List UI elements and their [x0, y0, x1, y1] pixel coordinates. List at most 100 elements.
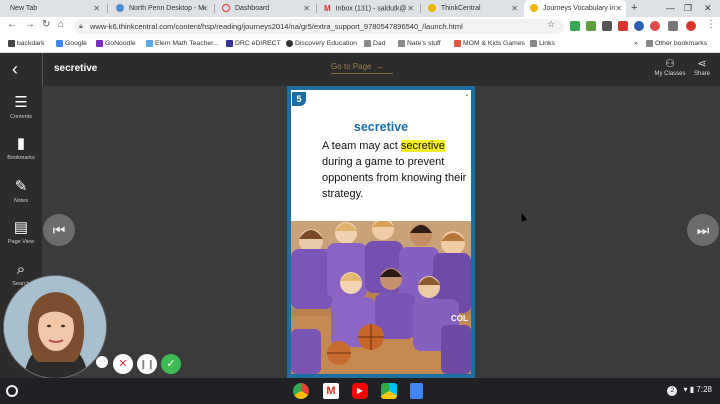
play-store-icon[interactable] [381, 383, 397, 399]
back-arrow-icon[interactable]: ← [7, 19, 17, 30]
bookmark-discovery[interactable]: Discovery Education [286, 36, 357, 52]
discovery-icon [286, 39, 293, 47]
status-tray[interactable]: 2 ▾ ▮ 7:28 [667, 385, 712, 396]
bookmark-label: Elem Math Teacher... [155, 40, 219, 47]
bookmark-mom-kids-games[interactable]: MOM & Kids Games [454, 36, 525, 52]
extension-icon[interactable] [650, 21, 660, 31]
stop-recording-icon[interactable]: ✕ [113, 354, 133, 374]
more-options-icon[interactable]: ··· [96, 356, 108, 368]
sidebar-item-notes[interactable]: ✎ Notes [0, 178, 42, 204]
menu-dots-icon[interactable]: ⋮ [706, 19, 716, 30]
share-label: Share [693, 71, 710, 77]
extension-icon[interactable] [586, 21, 596, 31]
forward-arrow-icon[interactable]: → [25, 19, 35, 30]
share-button[interactable]: ⋖ Share [690, 58, 714, 77]
bookmark-folder-links[interactable]: Links [530, 36, 555, 52]
close-icon[interactable]: ✕ [407, 0, 414, 17]
tab-inbox[interactable]: M Inbox (131) - saldutk@ ✕ [318, 0, 418, 17]
bookmark-backdark[interactable]: backdark [8, 36, 45, 52]
tab-dashboard[interactable]: Dashboard ✕ [216, 0, 314, 17]
url-field[interactable]: 🔒︎ www-k6.thinkcentral.com/content/hsp/r… [74, 19, 564, 34]
thinkcentral-icon [530, 4, 538, 13]
pause-icon[interactable]: ❙❙ [137, 354, 157, 374]
sidebar-item-page-view[interactable]: ▤ Page View [0, 219, 42, 245]
tab-divider [214, 4, 215, 13]
gmail-icon[interactable]: M [323, 383, 339, 399]
new-tab-button[interactable]: + [631, 0, 637, 17]
page-title: secretive [54, 63, 98, 74]
previous-page-button[interactable]: ⏮ [43, 214, 75, 246]
globe-icon [116, 4, 124, 13]
tab-divider [316, 4, 317, 13]
avatar[interactable] [686, 21, 696, 31]
tab-divider [420, 4, 421, 13]
extension-icon[interactable] [634, 21, 644, 31]
close-icon[interactable]: ✕ [201, 0, 208, 17]
bookmark-folder-nates-stuff[interactable]: Nate's stuff [398, 36, 441, 52]
tab-journeys-vocabulary[interactable]: Journeys Vocabulary in ✕ [524, 0, 626, 17]
puzzle-icon[interactable] [668, 21, 678, 31]
launcher-icon[interactable] [6, 385, 18, 397]
folder-icon [364, 39, 371, 47]
svg-text:COL: COL [451, 314, 468, 323]
close-icon[interactable]: ✕ [511, 0, 518, 17]
extension-icon[interactable] [570, 21, 580, 31]
my-classes-label: My Classes [654, 71, 686, 77]
tab-label: Journeys Vocabulary in [542, 5, 616, 12]
docs-icon[interactable] [410, 383, 423, 399]
folder-icon [530, 39, 537, 47]
bookmark-label: MOM & Kids Games [463, 40, 525, 47]
url-text: www-k6.thinkcentral.com/content/hsp/read… [90, 22, 463, 31]
reload-icon[interactable]: ↻ [42, 19, 50, 30]
sentence-end: during a game to prevent opponents from … [322, 156, 467, 200]
minimize-icon[interactable]: — [666, 0, 675, 17]
chrome-icon[interactable] [293, 383, 309, 399]
bookmark-drc[interactable]: DRC eDIRECT [226, 36, 281, 52]
tab-label: Dashboard [234, 5, 270, 12]
youtube-icon[interactable]: ▶ [352, 383, 368, 399]
arrow-right-icon: → [375, 62, 384, 71]
classes-icon: ⚇ [665, 58, 675, 70]
tab-north-penn[interactable]: North Penn Desktop - M ✕ [110, 0, 212, 17]
bookmark-label: Other bookmarks [655, 40, 708, 47]
bookmark-chevron-icon[interactable]: » [634, 36, 638, 52]
maximize-icon[interactable]: ❐ [684, 0, 692, 17]
tab-new-tab[interactable]: New Tab ✕ [4, 0, 104, 17]
back-chevron-icon[interactable]: ‹ [12, 59, 18, 80]
close-icon[interactable]: ✕ [303, 0, 310, 17]
sidebar-item-contents[interactable]: ☰ Contents [0, 94, 42, 120]
my-classes-button[interactable]: ⚇ My Classes [653, 58, 687, 77]
bookmark-elem-math[interactable]: Elem Math Teacher... [146, 36, 219, 52]
share-icon: ⋖ [697, 58, 707, 70]
sidebar-item-label: Page View [7, 239, 35, 245]
sidebar-item-label: Notes [13, 198, 29, 204]
bookmark-folder-dad[interactable]: Dad [364, 36, 385, 52]
check-icon[interactable]: ✓ [161, 354, 181, 374]
go-to-page-button[interactable]: Go to Page → [331, 62, 393, 74]
close-icon[interactable]: ✕ [93, 0, 100, 17]
close-window-icon[interactable]: ✕ [704, 0, 712, 17]
card-body: 5 ▲ secretive A team may act secretive d… [291, 90, 471, 374]
bookmark-google[interactable]: Google [56, 36, 87, 52]
bookmark-label: backdark [17, 40, 45, 47]
other-bookmarks[interactable]: Other bookmarks [646, 36, 707, 52]
previous-icon: ⏮ [52, 222, 66, 238]
tab-divider [107, 4, 108, 13]
close-icon[interactable]: ✕ [615, 0, 622, 17]
extension-icon[interactable] [618, 21, 628, 31]
bookmark-gonoodle[interactable]: GoNoodle [96, 36, 136, 52]
next-page-button[interactable]: ⏭ [687, 214, 719, 246]
extension-icon[interactable] [602, 21, 612, 31]
gonoodle-icon [96, 39, 103, 47]
bookmark-star-icon[interactable]: ☆ [547, 19, 555, 30]
team-huddle-photo: COL [291, 221, 471, 374]
tab-thinkcentral[interactable]: ThinkCentral ✕ [422, 0, 522, 17]
bookmarks-bar: backdark Google GoNoodle Elem Math Teach… [0, 36, 720, 53]
home-icon[interactable]: ⌂ [58, 19, 64, 30]
tab-label: New Tab [10, 5, 38, 12]
page-view-icon: ▤ [13, 219, 29, 236]
sidebar-item-bookmarks[interactable]: ▮ Bookmarks [0, 135, 42, 161]
bookmarks-icon: ▮ [16, 135, 26, 152]
bookmark-label: GoNoodle [105, 40, 136, 47]
bookmark-label: Nate's stuff [407, 40, 441, 47]
